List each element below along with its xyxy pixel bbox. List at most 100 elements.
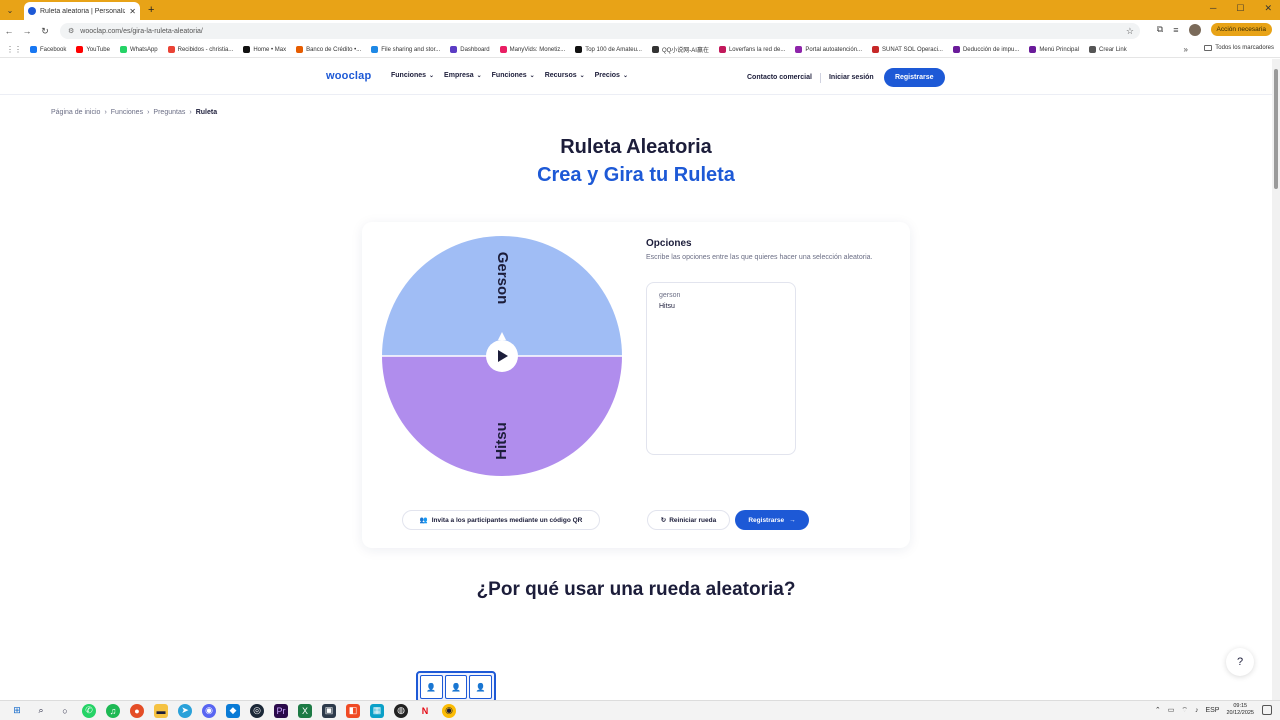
address-bar[interactable]: ⚙ wooclap.com/es/gira-la-ruleta-aleatori…: [60, 23, 1140, 39]
minimize-icon[interactable]: ─: [1210, 3, 1216, 14]
media-icon[interactable]: ≡: [1173, 25, 1178, 35]
back-icon[interactable]: ←: [0, 26, 18, 36]
new-tab-icon[interactable]: +: [148, 4, 154, 16]
register-button[interactable]: Registrarse →: [735, 510, 809, 530]
app-icon[interactable]: ◧: [346, 703, 360, 718]
folder-icon[interactable]: ▬: [154, 703, 168, 718]
task-view-icon[interactable]: ○: [58, 704, 72, 718]
bookmark-item[interactable]: WhatsApp: [119, 46, 158, 53]
maximize-icon[interactable]: ☐: [1236, 3, 1244, 14]
more-bookmarks-icon[interactable]: »: [1184, 45, 1188, 54]
notification-icon[interactable]: [1262, 705, 1272, 715]
app-icon[interactable]: ▣: [322, 703, 336, 718]
bookmark-item[interactable]: File sharing and stor...: [371, 46, 440, 53]
network-icon[interactable]: ⌔: [1181, 706, 1188, 715]
bookmark-favicon-icon: [243, 46, 251, 53]
bookmark-label: Loverfans la red de...: [728, 46, 786, 53]
scrollbar-thumb[interactable]: [1274, 69, 1278, 189]
bookmark-item[interactable]: Crear Link: [1089, 46, 1127, 53]
premiere-icon[interactable]: Pr: [274, 703, 288, 718]
apps-grid-icon[interactable]: ⋮⋮: [6, 45, 22, 54]
invite-qr-button[interactable]: 👥 Invita a los participantes mediante un…: [402, 510, 600, 530]
clock[interactable]: 09:15 20/12/2025: [1226, 703, 1254, 717]
page-scrollbar[interactable]: [1272, 59, 1280, 700]
steam-icon[interactable]: ◎: [250, 703, 264, 718]
excel-icon[interactable]: X: [298, 703, 312, 718]
main-nav: Funciones ⌄ Empresa ⌄ Funciones ⌄ Recursos ⌄…: [391, 72, 628, 79]
nav-funciones-2[interactable]: Funciones ⌄: [492, 72, 535, 79]
forward-icon[interactable]: →: [18, 26, 36, 36]
clock-time: 09:15: [1233, 703, 1248, 709]
telegram-icon[interactable]: ➤: [178, 703, 192, 718]
chevron-down-icon: ⌄: [579, 73, 585, 79]
windows-taskbar: ⊞ ⌕ ○ ✆ ♫ ● ▬ ➤ ◉ ◆ ◎ Pr X ▣ ◧ ▦ ◍ N ◉ ⌃…: [0, 700, 1280, 720]
bookmark-item[interactable]: Home • Max: [243, 46, 286, 53]
netflix-icon[interactable]: N: [418, 704, 432, 718]
bookmark-item[interactable]: Deducción de impu...: [952, 46, 1020, 53]
spotify-icon[interactable]: ♫: [106, 703, 120, 718]
chrome-icon[interactable]: ◉: [442, 703, 456, 718]
breadcrumb-home[interactable]: Página de inicio: [51, 109, 100, 116]
login-link[interactable]: Iniciar sesión: [829, 74, 874, 81]
spin-wheel[interactable]: Gerson Hitsu: [382, 236, 622, 476]
obs-icon[interactable]: ◍: [394, 703, 408, 718]
bookmark-item[interactable]: Facebook: [30, 46, 66, 53]
bookmark-item[interactable]: YouTube: [76, 46, 110, 53]
language-indicator[interactable]: ESP: [1205, 707, 1219, 714]
discord-icon[interactable]: ◉: [202, 703, 216, 718]
nav-recursos[interactable]: Recursos ⌄: [545, 72, 585, 79]
bookmark-item[interactable]: Banco de Crédito •...: [296, 46, 361, 53]
whatsapp-icon[interactable]: ✆: [82, 703, 96, 718]
bookmark-item[interactable]: Dashboard: [450, 46, 490, 53]
chevron-up-icon[interactable]: ⌃: [1155, 706, 1161, 714]
options-textarea[interactable]: gerson Hitsu: [646, 282, 796, 455]
close-window-icon[interactable]: ✕: [1264, 3, 1272, 14]
bookmark-favicon-icon: [30, 46, 37, 53]
app-icon[interactable]: ●: [130, 703, 144, 718]
bookmark-item[interactable]: Loverfans la red de...: [718, 46, 786, 53]
profile-avatar[interactable]: [1188, 23, 1201, 36]
invite-qr-label: Invita a los participantes mediante un c…: [431, 516, 583, 524]
volume-icon[interactable]: ♪: [1195, 707, 1199, 714]
nav-empresa[interactable]: Empresa ⌄: [444, 72, 482, 79]
windows-start-icon[interactable]: ⊞: [10, 704, 24, 718]
bookmark-label: ManyVids: Monetiz...: [509, 46, 566, 53]
tab-search-icon[interactable]: ⌄: [0, 0, 20, 20]
bookmark-label: Deducción de impu...: [962, 46, 1020, 53]
breadcrumb-funciones[interactable]: Funciones: [111, 109, 143, 116]
bookmark-label: Facebook: [40, 46, 67, 53]
nav-funciones[interactable]: Funciones ⌄: [391, 72, 434, 79]
app-icon[interactable]: ▦: [370, 703, 384, 718]
help-button[interactable]: ?: [1226, 648, 1254, 676]
bookmark-star-icon[interactable]: ☆: [1126, 26, 1134, 37]
all-bookmarks-button[interactable]: Todos los marcadores: [1204, 45, 1274, 51]
search-icon[interactable]: ⌕: [34, 704, 48, 718]
breadcrumb-preguntas[interactable]: Preguntas: [153, 109, 185, 116]
bookmark-favicon-icon: [1029, 46, 1037, 53]
battery-icon[interactable]: ▭: [1168, 706, 1175, 714]
refresh-icon: ↻: [660, 517, 667, 524]
register-button-header[interactable]: Registrarse: [883, 68, 945, 87]
bookmark-item[interactable]: Portal autoatención...: [795, 46, 862, 53]
extensions-icon[interactable]: ⧉: [1157, 24, 1163, 35]
bookmark-item[interactable]: Menú Principal: [1029, 46, 1079, 53]
bookmark-item[interactable]: SUNAT SOL Operaci...: [872, 46, 943, 53]
bookmark-item[interactable]: QQ小说网-AI赢在: [651, 45, 709, 54]
page-title: Ruleta Aleatoria: [560, 136, 712, 158]
contact-sales-link[interactable]: Contacto comercial: [747, 74, 812, 81]
action-required-button[interactable]: Acción necesaria: [1210, 23, 1272, 36]
close-tab-icon[interactable]: ✕: [129, 7, 136, 16]
wooclap-logo[interactable]: wooclap: [326, 70, 371, 82]
bookmark-item[interactable]: Top 100 de Amateu...: [575, 46, 642, 53]
reset-wheel-button[interactable]: ↻ Reiniciar rueda: [647, 510, 730, 530]
reload-icon[interactable]: ↻: [36, 26, 54, 37]
site-info-icon[interactable]: ⚙: [68, 27, 74, 35]
site-header: wooclap Funciones ⌄ Empresa ⌄ Funciones ⌄ R…: [0, 59, 1272, 95]
app-icon[interactable]: ◆: [226, 703, 240, 718]
bookmark-item[interactable]: Recibidos - christia...: [167, 46, 233, 53]
nav-precios[interactable]: Precios ⌄: [595, 72, 628, 79]
browser-tab[interactable]: Ruleta aleatoria | Personaliza y ... ✕: [24, 2, 140, 20]
bookmark-list: Facebook YouTube WhatsApp Recibidos - chris…: [30, 45, 1137, 54]
nav-label: Empresa: [444, 72, 474, 79]
bookmark-item[interactable]: ManyVids: Monetiz...: [499, 46, 566, 53]
